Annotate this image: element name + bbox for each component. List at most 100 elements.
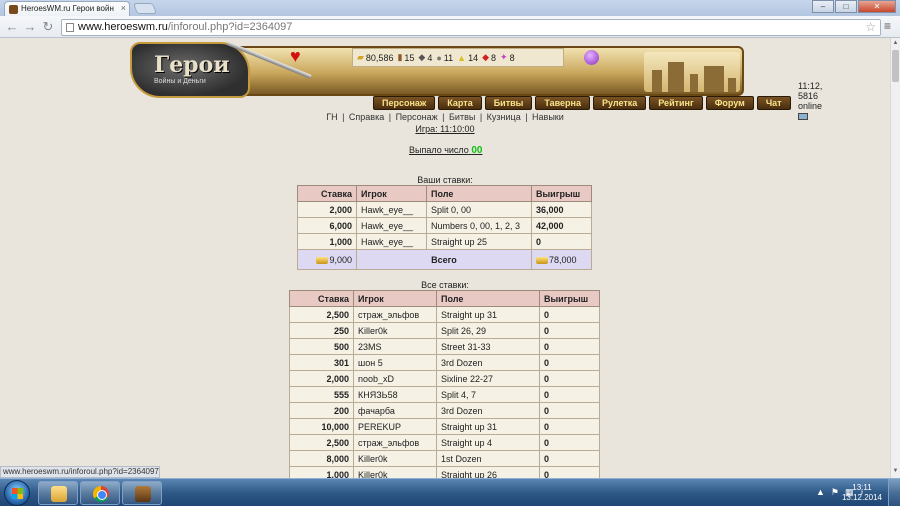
nav-forum[interactable]: Форум	[705, 96, 754, 110]
minimize-button[interactable]: –	[812, 0, 834, 13]
wood-icon: ▮	[397, 52, 403, 62]
link-gn[interactable]: ГН	[326, 112, 337, 122]
scroll-up-arrow-icon[interactable]: ▲	[892, 40, 899, 48]
window-controls: – □ ✕	[811, 0, 896, 13]
browser-tab-strip: HeroesWM.ru Герои войн × – □ ✕	[0, 0, 900, 16]
page-viewport: Герои Войны и Деньги ♥ ▰ 80,586 ▮ 15 ◆ 4 ● 1…	[0, 38, 890, 478]
cell-win: 0	[539, 434, 600, 451]
main-nav: Персонаж Карта Битвы Таверна Рулетка Рей…	[373, 96, 791, 110]
col-win: Выигрыш	[539, 290, 600, 307]
table-row: 200 фачарба 3rd Dozen 0	[289, 402, 600, 419]
scroll-thumb[interactable]	[892, 50, 899, 82]
reload-icon[interactable]: ↻	[40, 19, 56, 35]
cell-win: 0	[539, 306, 600, 323]
cell-stake: 1,000	[289, 466, 354, 478]
cell-player[interactable]: шон 5	[353, 354, 437, 371]
nav-character[interactable]: Персонаж	[373, 96, 436, 110]
cell-field: Street 31-33	[436, 338, 540, 355]
resource-crystal-value: 8	[491, 52, 497, 63]
table-row: 6,000 Hawk_eye__ Numbers 0, 00, 1, 2, 3 …	[297, 217, 592, 234]
resource-mercury: ● 11	[436, 53, 453, 63]
page-scrollbar[interactable]: ▲ ▼	[890, 38, 900, 478]
link-forge[interactable]: Кузница	[487, 112, 521, 122]
nav-map[interactable]: Карта	[438, 96, 482, 110]
total-win-cell: 78,000	[531, 249, 592, 270]
cell-player[interactable]: Hawk_eye__	[356, 217, 427, 234]
dropped-label: Выпало число	[409, 145, 469, 155]
cell-player[interactable]: страж_эльфов	[353, 434, 437, 451]
link-character[interactable]: Персонаж	[396, 112, 438, 122]
nav-rating[interactable]: Рейтинг	[649, 96, 703, 110]
tray-arrow-icon[interactable]: ▲	[816, 487, 825, 498]
health-heart-icon: ♥	[290, 46, 301, 66]
link-skills[interactable]: Навыки	[532, 112, 564, 122]
taskbar-heroes[interactable]	[122, 481, 162, 505]
cell-player[interactable]: Hawk_eye__	[356, 233, 427, 250]
forward-arrow-icon[interactable]: →	[22, 19, 38, 35]
browser-tab[interactable]: HeroesWM.ru Герои войн ×	[4, 1, 130, 16]
cell-stake: 8,000	[289, 450, 354, 467]
cell-player[interactable]: Killer0k	[353, 322, 437, 339]
table-row: 2,000 Hawk_eye__ Split 0, 00 36,000	[297, 201, 592, 218]
gold-icon	[536, 256, 548, 264]
cell-stake: 555	[289, 386, 354, 403]
close-window-button[interactable]: ✕	[858, 0, 896, 13]
page-icon	[66, 23, 74, 32]
cell-player[interactable]: PEREKUP	[353, 418, 437, 435]
start-button[interactable]	[4, 480, 30, 506]
nav-roulette[interactable]: Рулетка	[592, 96, 647, 110]
resource-wood-value: 15	[404, 52, 415, 63]
cell-win: 0	[539, 402, 600, 419]
cell-player[interactable]: КНЯЗЬ58	[353, 386, 437, 403]
tab-close-icon[interactable]: ×	[121, 3, 126, 13]
your-bets-caption: Ваши ставки:	[417, 175, 473, 185]
windows-taskbar: ▲ ⚑ ▦ ♪ 13:11 13.12.2014	[0, 478, 900, 506]
nav-tavern[interactable]: Таверна	[535, 96, 590, 110]
taskbar-chrome[interactable]	[80, 481, 120, 505]
game-time-link[interactable]: Игра: 11:10:00	[0, 124, 890, 134]
folder-icon	[51, 486, 67, 502]
total-stake-cell: 9,000	[297, 249, 357, 270]
resource-crystal: ◆ 8	[482, 52, 496, 63]
cell-stake: 1,000	[297, 233, 357, 250]
back-arrow-icon[interactable]: ←	[4, 19, 20, 35]
cell-field: Numbers 0, 00, 1, 2, 3	[426, 217, 532, 234]
cell-field: Split 0, 00	[426, 201, 532, 218]
scroll-down-arrow-icon[interactable]: ▼	[892, 468, 899, 476]
taskbar-explorer[interactable]	[38, 481, 78, 505]
nav-battles[interactable]: Битвы	[484, 96, 533, 110]
link-battles[interactable]: Битвы	[449, 112, 475, 122]
show-desktop-button[interactable]	[888, 479, 900, 506]
cell-player[interactable]: 23MS	[353, 338, 437, 355]
cell-field: Straight up 31	[436, 418, 540, 435]
cell-field: Straight up 25	[426, 233, 532, 250]
cell-player[interactable]: noob_xD	[353, 370, 437, 387]
cell-player[interactable]: Killer0k	[353, 466, 437, 478]
cell-player[interactable]: Hawk_eye__	[356, 201, 427, 218]
maximize-button[interactable]: □	[835, 0, 857, 13]
browser-menu-icon[interactable]: ≡	[884, 20, 894, 32]
link-help[interactable]: Справка	[349, 112, 384, 122]
table-row: 8,000 Killer0k 1st Dozen 0	[289, 450, 600, 467]
cell-player[interactable]: Killer0k	[353, 450, 437, 467]
bookmark-star-icon[interactable]: ☆	[865, 20, 876, 35]
total-label: Всего	[356, 249, 532, 270]
cell-field: Split 4, 7	[436, 386, 540, 403]
cell-player[interactable]: страж_эльфов	[353, 306, 437, 323]
site-favicon-icon	[9, 5, 18, 14]
flag-icon[interactable]: ⚑	[831, 487, 839, 498]
clock-time: 13:11	[852, 483, 872, 492]
dropped-number-link[interactable]: Выпало число 00	[409, 145, 482, 156]
game-logo[interactable]: Герои Войны и Деньги	[130, 42, 250, 98]
resource-ore: ◆ 4	[418, 52, 432, 63]
col-player: Игрок	[353, 290, 437, 307]
cell-field: 3rd Dozen	[436, 402, 540, 419]
col-player: Игрок	[356, 185, 427, 202]
cell-win: 0	[539, 370, 600, 387]
new-tab-button[interactable]	[132, 3, 158, 14]
nav-chat[interactable]: Чат	[756, 96, 791, 110]
cell-player[interactable]: фачарба	[353, 402, 437, 419]
ore-icon: ◆	[418, 52, 426, 62]
address-bar[interactable]: www.heroeswm.ru/inforoul.php?id=2364097 …	[61, 19, 881, 36]
system-clock[interactable]: 13:11 13.12.2014	[842, 483, 882, 503]
